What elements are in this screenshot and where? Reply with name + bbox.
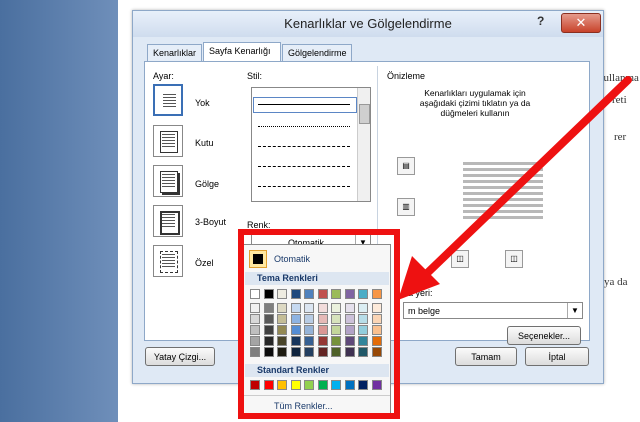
red-arrow-icon xyxy=(398,76,632,300)
